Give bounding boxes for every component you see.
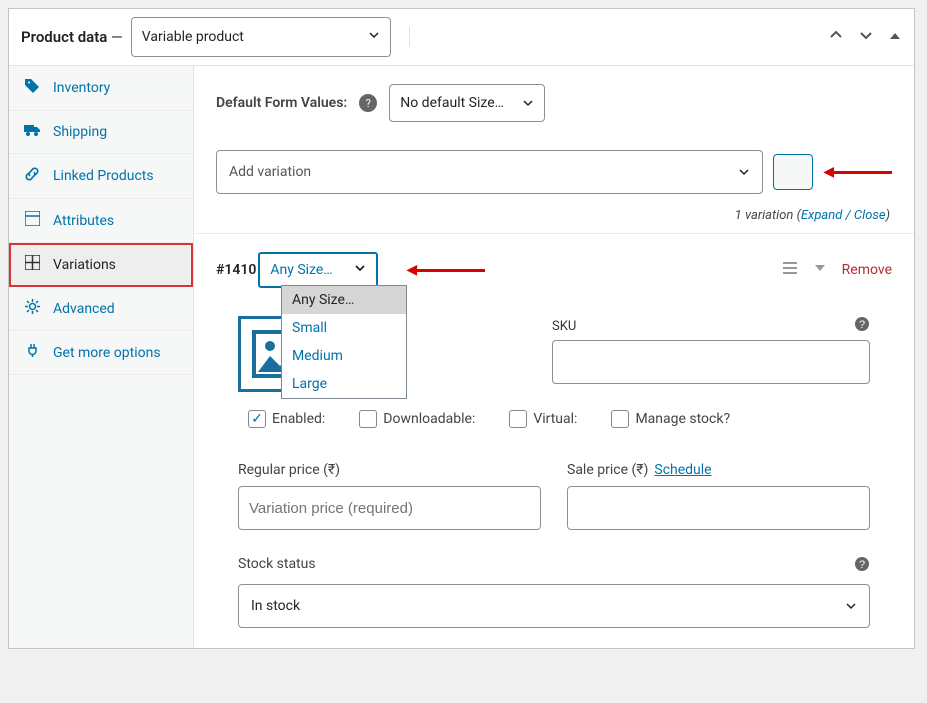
- sidebar-item-linked-products[interactable]: Linked Products: [9, 154, 193, 199]
- regular-price-column: Regular price (₹): [238, 462, 541, 530]
- stock-status-value: In stock: [251, 598, 300, 614]
- tag-icon: [23, 78, 41, 98]
- callout-arrow-icon: ◀: [406, 262, 485, 278]
- variation-count: 1 variation (Expand / Close): [194, 204, 914, 233]
- product-type-value: Variable product: [142, 29, 244, 45]
- gear-icon: [23, 299, 41, 318]
- size-option[interactable]: Medium: [282, 342, 406, 370]
- variation-id: #1410: [216, 262, 256, 278]
- downloadable-label: Downloadable:: [383, 411, 475, 427]
- layout-icon: [23, 211, 41, 230]
- callout-arrow-icon: ◀: [823, 164, 892, 180]
- stock-status-row: Stock status ? In stock: [216, 530, 892, 648]
- variation-header: #1410 Any Size… ◀ Remove: [216, 252, 892, 288]
- panel-title: Product data —: [21, 28, 123, 46]
- menu-icon[interactable]: [782, 261, 798, 279]
- default-size-select[interactable]: No default Size…: [389, 84, 545, 122]
- link-icon: [23, 166, 41, 186]
- sidebar: Inventory Shipping Linked Products Attri…: [9, 66, 194, 648]
- virtual-label: Virtual:: [533, 411, 577, 427]
- enabled-label: Enabled:: [272, 411, 325, 427]
- sidebar-item-advanced[interactable]: Advanced: [9, 287, 193, 331]
- manage-stock-checkbox[interactable]: Manage stock?: [611, 410, 730, 428]
- schedule-link[interactable]: Schedule: [654, 462, 711, 478]
- chevron-down-icon: [354, 262, 366, 278]
- variation-count-text: 1 variation: [735, 208, 794, 223]
- expand-close-link[interactable]: Expand / Close: [801, 208, 886, 223]
- default-form-row: Default Form Values: ? No default Size…: [194, 66, 914, 140]
- sale-price-column: Sale price (₹) Schedule: [567, 462, 870, 530]
- regular-price-label: Regular price (₹): [238, 462, 541, 478]
- add-variation-row: Add variation ◀: [194, 140, 914, 204]
- help-icon[interactable]: ?: [854, 316, 870, 336]
- content-area: Default Form Values: ? No default Size… …: [194, 66, 914, 648]
- sidebar-item-get-more[interactable]: Get more options: [9, 331, 193, 375]
- collapse-up-icon[interactable]: [828, 27, 844, 48]
- size-option[interactable]: Large: [282, 370, 406, 398]
- stock-status-label: Stock status: [238, 556, 316, 576]
- caret-down-icon[interactable]: [814, 262, 826, 278]
- regular-price-input[interactable]: [238, 486, 541, 530]
- toggle-icon[interactable]: [888, 27, 902, 48]
- size-dropdown: Any Size… Small Medium Large: [281, 285, 407, 399]
- header-separator: [409, 27, 410, 47]
- size-option[interactable]: Any Size…: [282, 286, 406, 314]
- svg-text:?: ?: [859, 319, 865, 331]
- variation-actions: Remove: [782, 261, 892, 279]
- sale-price-label: Sale price (₹): [567, 462, 648, 478]
- default-form-label: Default Form Values:: [216, 95, 347, 111]
- help-icon[interactable]: ?: [854, 556, 870, 576]
- size-option[interactable]: Small: [282, 314, 406, 342]
- add-variation-select[interactable]: Add variation: [216, 150, 763, 194]
- remove-link[interactable]: Remove: [842, 262, 892, 278]
- sidebar-label: Linked Products: [53, 168, 154, 184]
- default-size-value: No default Size…: [400, 95, 504, 111]
- sidebar-label: Get more options: [53, 345, 161, 361]
- product-data-panel: Product data — Variable product Inventor…: [8, 8, 915, 649]
- variation-size-value: Any Size…: [270, 262, 332, 278]
- sidebar-label: Shipping: [53, 124, 107, 140]
- sale-price-input[interactable]: [567, 486, 870, 530]
- go-button[interactable]: [773, 154, 813, 190]
- svg-text:?: ?: [859, 559, 865, 571]
- variation-row: #1410 Any Size… ◀ Remove: [194, 234, 914, 648]
- sidebar-label: Inventory: [53, 80, 110, 96]
- stock-status-select[interactable]: In stock: [238, 584, 870, 628]
- chevron-down-icon: [738, 166, 750, 178]
- sidebar-label: Attributes: [53, 213, 114, 229]
- collapse-down-icon[interactable]: [858, 27, 874, 48]
- panel-title-text: Product data: [21, 28, 107, 46]
- help-icon[interactable]: ?: [359, 94, 377, 112]
- plug-icon: [23, 343, 41, 362]
- sidebar-item-inventory[interactable]: Inventory: [9, 66, 193, 111]
- sidebar-label: Advanced: [53, 301, 115, 317]
- panel-header: Product data — Variable product: [9, 9, 914, 66]
- chevron-down-icon: [522, 97, 534, 109]
- add-variation-value: Add variation: [229, 164, 311, 180]
- sku-column: SKU ?: [552, 316, 870, 384]
- title-dash: —: [107, 28, 122, 46]
- sidebar-item-variations[interactable]: Variations: [9, 243, 193, 287]
- manage-stock-label: Manage stock?: [635, 411, 730, 427]
- sidebar-item-shipping[interactable]: Shipping: [9, 111, 193, 154]
- chevron-down-icon: [368, 29, 380, 45]
- sku-label: SKU: [552, 319, 576, 334]
- variation-size-select[interactable]: Any Size…: [258, 252, 378, 288]
- sidebar-label: Variations: [53, 257, 116, 273]
- virtual-checkbox[interactable]: Virtual:: [509, 410, 577, 428]
- enabled-checkbox[interactable]: Enabled:: [248, 410, 325, 428]
- chevron-down-icon: [845, 600, 857, 612]
- truck-icon: [23, 123, 41, 141]
- sku-input[interactable]: [552, 340, 870, 384]
- product-type-select[interactable]: Variable product: [131, 17, 391, 57]
- price-row: Regular price (₹) Sale price (₹) Schedul…: [216, 436, 892, 530]
- sidebar-item-attributes[interactable]: Attributes: [9, 199, 193, 243]
- downloadable-checkbox[interactable]: Downloadable:: [359, 410, 475, 428]
- grid-icon: [23, 255, 41, 274]
